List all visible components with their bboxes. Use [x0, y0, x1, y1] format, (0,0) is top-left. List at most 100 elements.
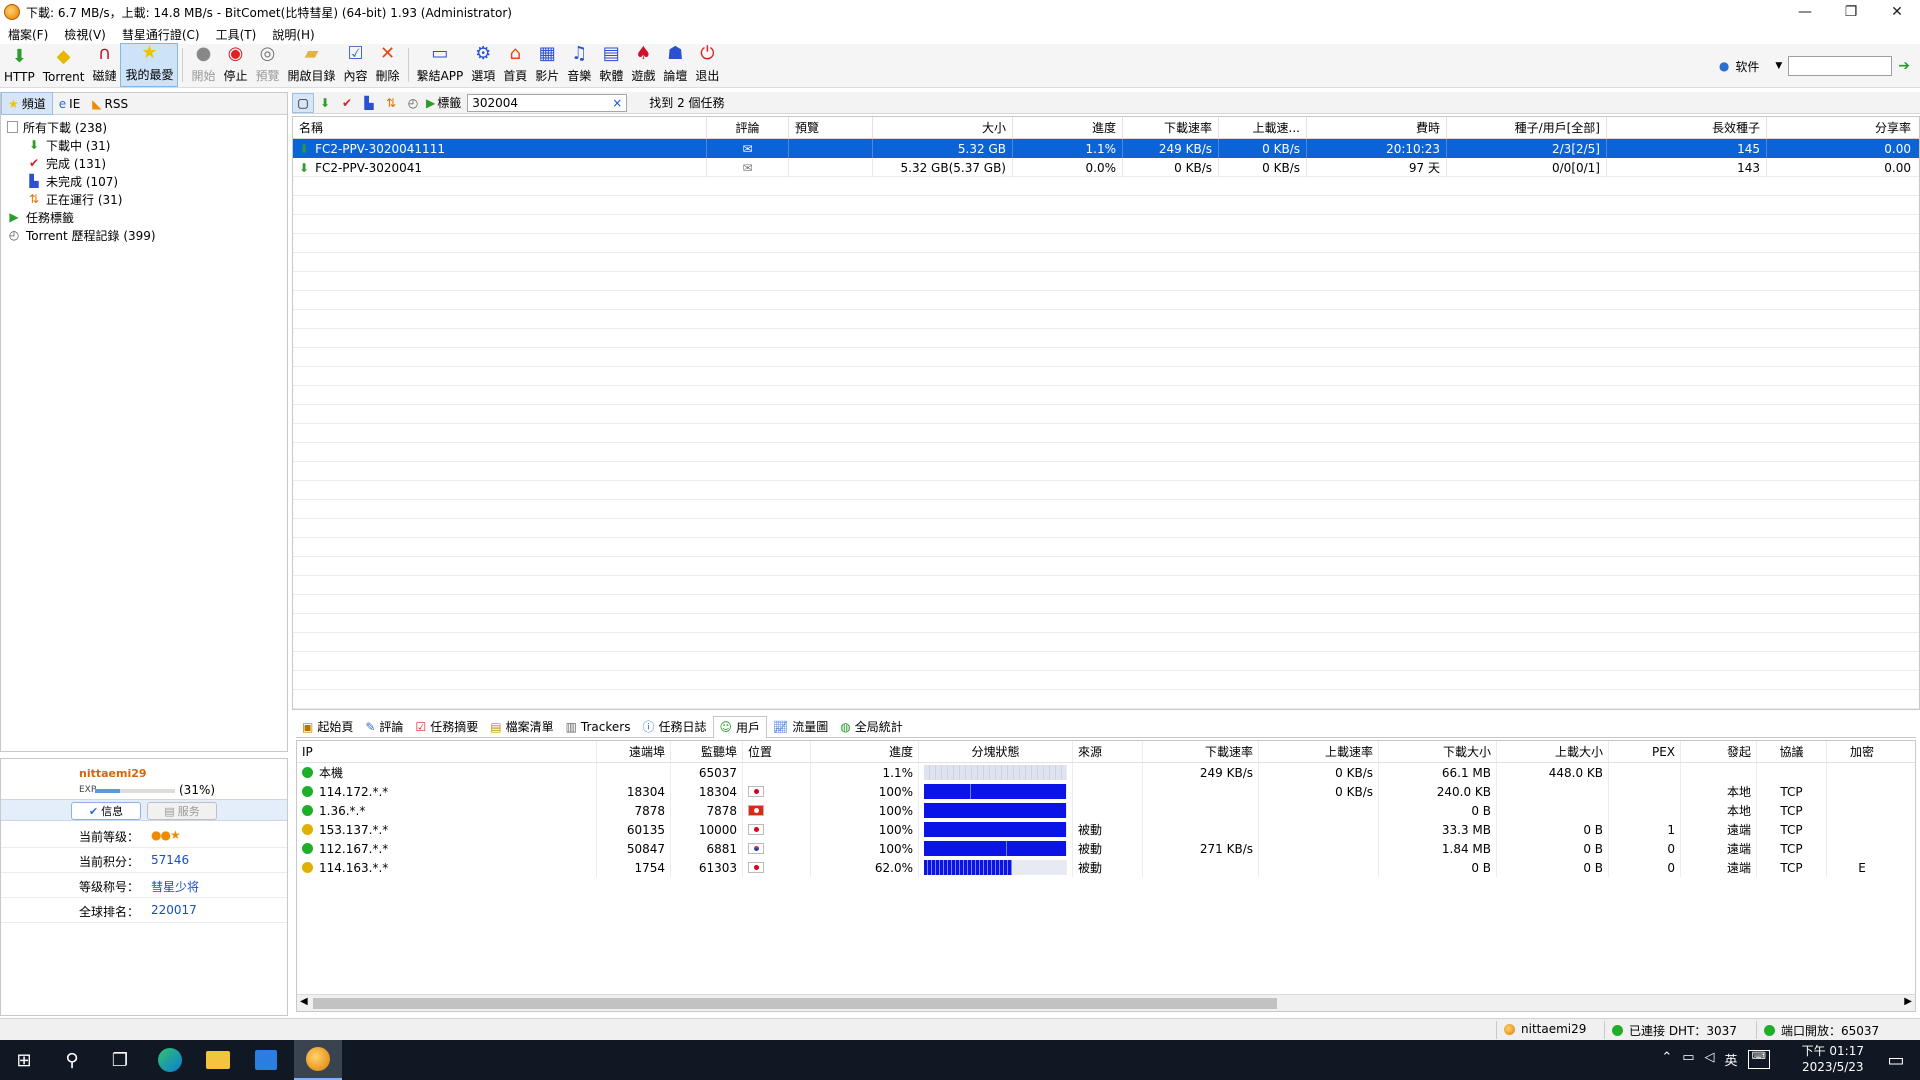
tab-comment[interactable]: ✎ 評論	[359, 716, 409, 738]
bind-app-button[interactable]: ▭ 繫結APP	[413, 43, 468, 87]
col-download-size[interactable]: 下載大小	[1379, 741, 1497, 762]
peer-row[interactable]: 112.167.*.* 50847 6881 100% 被動 271 KB/s 1.84 M…	[297, 839, 1915, 858]
music-button[interactable]: ♫ 音樂	[563, 43, 595, 87]
col-share-ratio[interactable]: 分享率	[1767, 117, 1917, 138]
col-encryption[interactable]: 加密	[1827, 741, 1897, 762]
col-peer-download-rate[interactable]: 下載速率	[1143, 741, 1259, 762]
task-view-icon[interactable]: ❐	[96, 1040, 144, 1080]
tab-traffic-graph[interactable]: 📈︎ 流量圖	[767, 716, 834, 738]
file-explorer-icon[interactable]	[194, 1040, 242, 1080]
tag-label[interactable]: 標籤	[437, 94, 461, 111]
task-row[interactable]: ⬇ FC2-PPV-3020041 ✉ 5.32 GB(5.37 GB) 0.0% 0 K…	[293, 158, 1919, 177]
scrollbar-thumb[interactable]	[313, 998, 1277, 1009]
search-engine-label[interactable]: 软件	[1735, 58, 1759, 75]
peer-row[interactable]: 114.163.*.* 1754 61303 62.0% 被動 0 B0 B 0 遠端 TCP E	[297, 858, 1915, 877]
status-user[interactable]: nittaemi29	[1504, 1022, 1586, 1036]
new-task-icon[interactable]: ▢	[292, 92, 314, 113]
notification-icon[interactable]: ▭	[1872, 1040, 1920, 1080]
edge-icon[interactable]	[146, 1040, 194, 1080]
properties-button[interactable]: ☑ 內容	[340, 43, 372, 87]
exit-button[interactable]: ⏻ 退出	[691, 43, 723, 87]
updown-arrows-icon[interactable]: ⇅	[380, 93, 402, 113]
sidebar-item-downloading[interactable]: ⬇ 下載中 (31)	[7, 136, 287, 154]
tab-ie[interactable]: e IE	[53, 95, 87, 113]
col-progress[interactable]: 進度	[1013, 117, 1123, 138]
preview-button[interactable]: ◎ 預覽	[252, 43, 284, 87]
col-ip[interactable]: IP	[297, 741, 597, 762]
menu-tools[interactable]: 工具(T)	[208, 26, 265, 43]
bitcomet-icon[interactable]	[294, 1040, 342, 1080]
task-row[interactable]: ⬇ FC2-PPV-3020041111 ✉ 5.32 GB 1.1% 249 KB/s 0…	[293, 139, 1919, 158]
delete-button[interactable]: ✕ 刪除	[372, 43, 404, 87]
video-button[interactable]: ▦ 影片	[531, 43, 563, 87]
col-listen-port[interactable]: 監聽埠	[671, 741, 743, 762]
col-initiator[interactable]: 發起	[1681, 741, 1757, 762]
stop-button[interactable]: ◉ 停止	[219, 43, 251, 87]
tab-start-page[interactable]: ▣ 起始頁	[296, 716, 359, 738]
col-remote-port[interactable]: 遠端埠	[597, 741, 671, 762]
open-folder-button[interactable]: ▰ 開啟目錄	[284, 43, 340, 87]
favorite-button[interactable]: ★ 我的最愛	[120, 42, 179, 87]
download-arrow-icon[interactable]: ⬇	[314, 93, 336, 113]
tab-file-list[interactable]: ▤ 檔案清單	[484, 716, 559, 738]
start-button[interactable]: ● 開始	[187, 43, 219, 87]
sidebar-item-history[interactable]: ◴ Torrent 歷程記錄 (399)	[7, 226, 287, 244]
tab-trackers[interactable]: ▥ Trackers	[560, 716, 637, 738]
info-button[interactable]: ✔ 信息	[71, 802, 141, 820]
windows-start-icon[interactable]: ⊞	[0, 1040, 48, 1080]
peer-row[interactable]: 153.137.*.* 60135 10000 100% 被動 33.3 MB 0 B 1 遠端…	[297, 820, 1915, 839]
system-clock[interactable]: 下午 01:17 2023/5/23	[1802, 1043, 1864, 1075]
search-icon[interactable]: ⚲	[48, 1040, 96, 1080]
web-search-select[interactable]	[1788, 56, 1893, 76]
menu-view[interactable]: 檢視(V)	[56, 26, 114, 43]
scroll-left-icon[interactable]: ◀	[300, 996, 308, 1007]
sidebar-item-tags[interactable]: ▶ 任務標籤	[7, 208, 287, 226]
ime-icon[interactable]: ⌨	[1747, 1050, 1770, 1069]
close-button[interactable]: ✕	[1874, 0, 1920, 24]
chevron-down-icon[interactable]: ▼	[1775, 61, 1782, 71]
input-language[interactable]: 英	[1725, 1050, 1738, 1069]
network-icon[interactable]: ▭	[1682, 1050, 1694, 1069]
col-name[interactable]: 名稱	[293, 117, 707, 138]
sidebar-item-all[interactable]: 所有下載 (238)	[7, 118, 287, 136]
peer-row[interactable]: 本機 65037 1.1% 249 KB/s 0 KB/s 66.1 MB 448.0 KB	[297, 763, 1915, 782]
tab-global-stats[interactable]: ◍ 全局統計	[834, 716, 909, 738]
col-download-rate[interactable]: 下載速率	[1123, 117, 1219, 138]
horizontal-scrollbar[interactable]: ◀ ▶	[297, 994, 1915, 1011]
col-size[interactable]: 大小	[873, 117, 1013, 138]
restore-button[interactable]: ❐	[1828, 0, 1874, 24]
col-seeds[interactable]: 種子/用戶[全部]	[1447, 117, 1607, 138]
home-button[interactable]: ⌂ 首頁	[499, 43, 531, 87]
chevron-up-icon[interactable]: ⌃	[1661, 1050, 1672, 1069]
menu-comet-pass[interactable]: 彗星通行證(C)	[114, 26, 208, 43]
tab-peers[interactable]: ☺ 用戶	[712, 715, 768, 738]
scroll-right-icon[interactable]: ▶	[1904, 996, 1912, 1007]
col-protocol[interactable]: 協議	[1757, 741, 1827, 762]
col-source[interactable]: 來源	[1073, 741, 1143, 762]
volume-icon[interactable]: ◁	[1705, 1050, 1715, 1069]
tab-task-summary[interactable]: ☑ 任務摘要	[409, 716, 484, 738]
col-piece-status[interactable]: 分塊狀態	[919, 741, 1073, 762]
check-icon[interactable]: ✔	[336, 93, 358, 113]
sidebar-item-completed[interactable]: ✔ 完成 (131)	[7, 154, 287, 172]
col-upload-size[interactable]: 上載大小	[1497, 741, 1609, 762]
sidebar-item-incomplete[interactable]: ▙ 未完成 (107)	[7, 172, 287, 190]
magnet-button[interactable]: ∩ 磁鏈	[88, 43, 120, 87]
menu-file[interactable]: 檔案(F)	[0, 26, 56, 43]
options-button[interactable]: ⚙ 選項	[467, 43, 499, 87]
tag-icon[interactable]: ▶	[424, 93, 437, 113]
col-comment[interactable]: 評論	[707, 117, 789, 138]
col-time[interactable]: 費時	[1307, 117, 1447, 138]
store-icon[interactable]	[242, 1040, 290, 1080]
menu-help[interactable]: 說明(H)	[264, 26, 322, 43]
go-arrow-icon[interactable]: ➔	[1898, 58, 1910, 74]
peer-row[interactable]: 114.172.*.* 18304 18304 100% 0 KB/s 240.0 KB 本…	[297, 782, 1915, 801]
minimize-button[interactable]: —	[1782, 0, 1828, 24]
task-search-input[interactable]: 302004 ×	[467, 93, 628, 112]
col-location[interactable]: 位置	[743, 741, 811, 762]
col-long-seeds[interactable]: 長效種子	[1607, 117, 1767, 138]
tab-task-log[interactable]: ⓘ 任務日誌	[636, 716, 712, 738]
forum-button[interactable]: ☗ 論壇	[659, 43, 691, 87]
peer-row[interactable]: 1.36.*.* 7878 7878 100% 0 B 本地 TCP	[297, 801, 1915, 820]
service-button[interactable]: ▤ 服务	[147, 802, 217, 820]
